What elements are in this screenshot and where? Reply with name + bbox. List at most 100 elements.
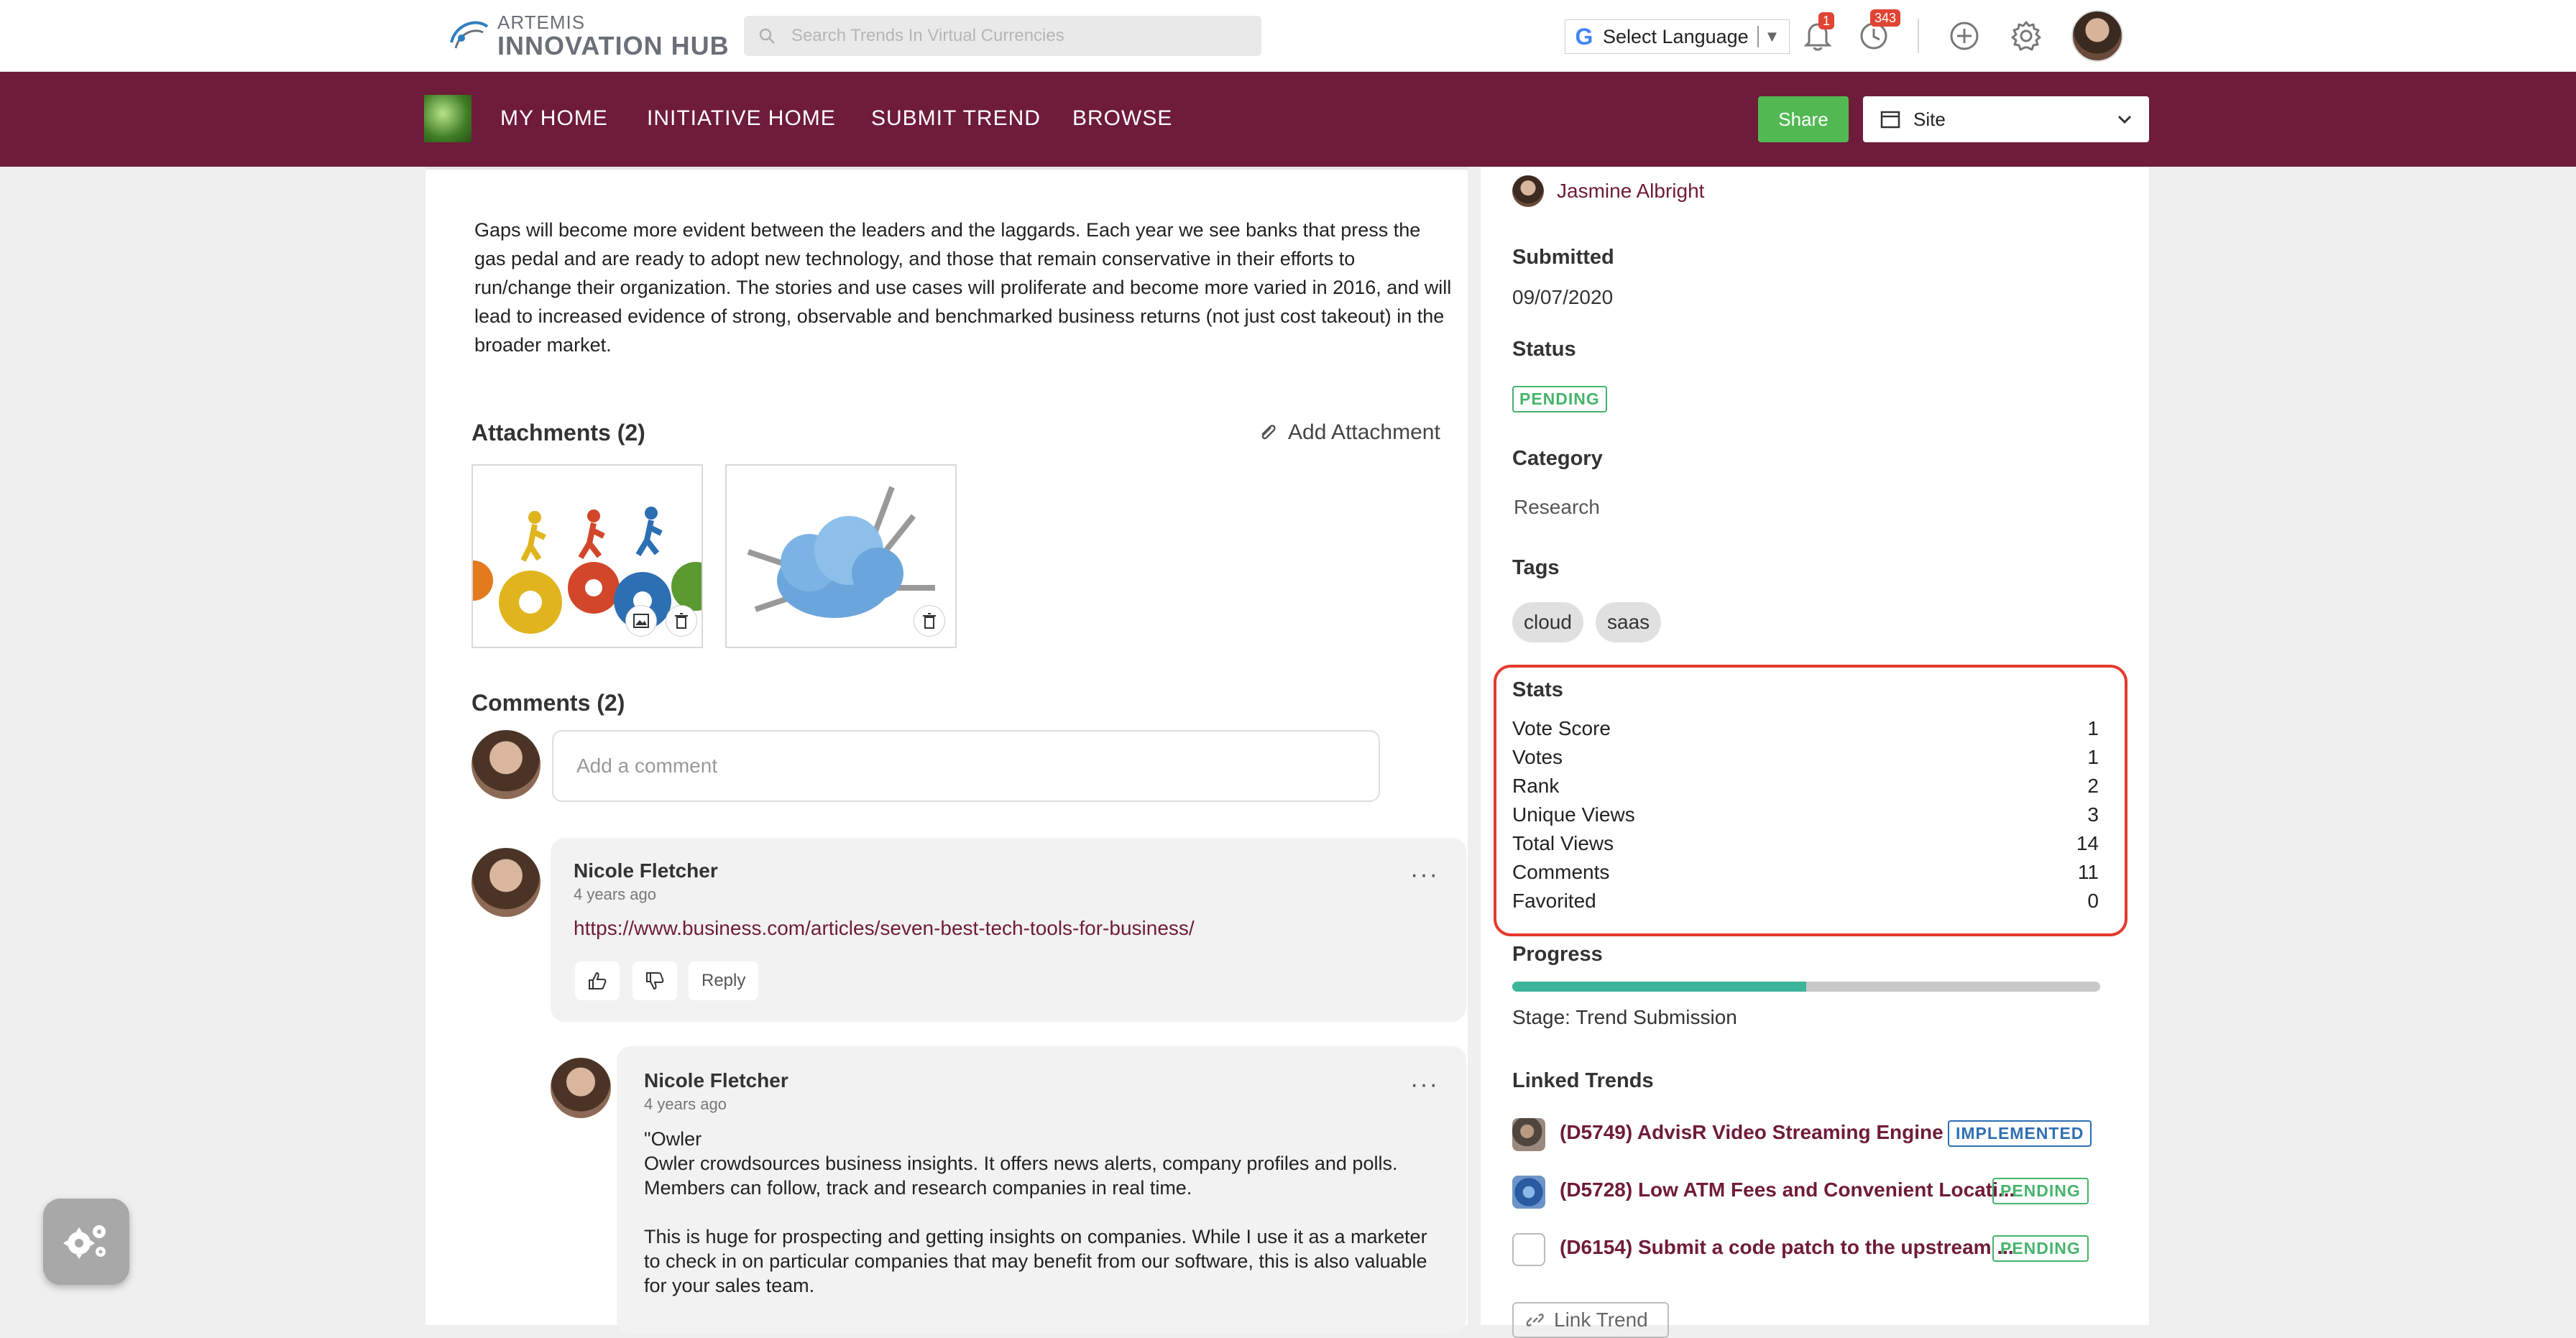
linked-trend-title[interactable]: (D6154) Submit a code patch to the upstr… [1560, 1236, 2014, 1259]
reply-button[interactable]: Reply [689, 961, 759, 1000]
stat-row: Comments 11 [1512, 861, 2099, 890]
reply-author-name[interactable]: Nicole Fletcher [644, 1069, 788, 1092]
attachment-thumbnail[interactable] [725, 464, 957, 648]
image-icon[interactable] [625, 605, 657, 637]
status-label: Status [1512, 338, 1576, 361]
stat-label: Unique Views [1512, 803, 1635, 826]
attachment-thumbnail[interactable] [472, 464, 703, 648]
artemis-logo[interactable]: ARTEMIS INNOVATION HUB [446, 13, 730, 59]
language-divider [1757, 26, 1759, 47]
stat-value: 3 [2087, 803, 2099, 826]
floating-settings-button[interactable] [43, 1199, 129, 1285]
site-select-label: Site [1913, 108, 1946, 130]
share-button[interactable]: Share [1758, 96, 1849, 142]
linked-trend-title[interactable]: (D5728) Low ATM Fees and Convenient Loca… [1560, 1178, 2015, 1201]
stat-value: 11 [2077, 861, 2099, 883]
progress-bar [1512, 982, 2100, 992]
stat-row: Total Views 14 [1512, 832, 2099, 861]
stat-row: Rank 2 [1512, 775, 2099, 803]
comment-more-icon[interactable]: ··· [1410, 861, 1439, 889]
category-value: Research [1514, 496, 1600, 518]
stat-label: Rank [1512, 775, 1560, 797]
language-select[interactable]: G Select Language ▼ [1565, 19, 1790, 54]
linked-trend-item[interactable]: (D6154) Submit a code patch to the upstr… [1512, 1232, 2145, 1268]
comment-link[interactable]: https://www.business.com/articles/seven-… [574, 917, 1195, 940]
trend-description: Gaps will become more evident between th… [474, 219, 1452, 356]
stage-text: Stage: Trend Submission [1512, 1006, 1737, 1028]
submitted-date: 09/07/2020 [1512, 286, 1614, 308]
stat-value: 0 [2087, 890, 2099, 912]
reply-author-avatar [551, 1058, 611, 1118]
add-attachment-button[interactable]: Add Attachment [1258, 420, 1440, 445]
reply-body-line: This is huge for prospecting and getting… [644, 1226, 1427, 1247]
reply-body-line: for your sales team. [644, 1275, 815, 1296]
stat-row: Unique Views 3 [1512, 803, 2099, 832]
stat-value: 14 [2076, 832, 2099, 854]
reply-more-icon[interactable]: ··· [1410, 1071, 1439, 1099]
chevron-down-icon [2117, 115, 2132, 124]
reply-body-line: to check in on particular companies that… [644, 1250, 1427, 1272]
reply-timestamp: 4 years ago [644, 1095, 727, 1113]
linked-trends-label: Linked Trends [1512, 1069, 1654, 1092]
nav-submit-trend[interactable]: SUBMIT TREND [871, 106, 1041, 131]
activity-badge: 343 [1870, 9, 1901, 27]
nav-my-home[interactable]: MY HOME [500, 106, 608, 131]
nav-bar: MY HOME INITIATIVE HOME SUBMIT TREND BRO… [0, 72, 2576, 167]
submitted-label: Submitted [1512, 246, 1614, 269]
link-trend-label: Link Trend [1554, 1309, 1648, 1331]
site-select[interactable]: Site [1863, 96, 2149, 142]
comment-timestamp: 4 years ago [574, 885, 656, 903]
attachments-title: Attachments (2) [472, 420, 645, 446]
thumbs-up-icon[interactable] [575, 961, 620, 1000]
tag-chip[interactable]: saas [1596, 602, 1662, 642]
link-icon [1526, 1314, 1544, 1327]
activity-icon[interactable]: 343 [1856, 9, 1901, 54]
stat-row: Vote Score 1 [1512, 717, 2099, 746]
tag-chip[interactable]: cloud [1512, 602, 1583, 642]
stat-value: 1 [2087, 717, 2099, 739]
category-label: Category [1512, 447, 1603, 470]
linked-trend-status: PENDING [1992, 1235, 2089, 1262]
nav-browse[interactable]: BROWSE [1072, 106, 1172, 131]
linked-trend-status: PENDING [1992, 1178, 2089, 1204]
user-avatar[interactable] [2071, 10, 2123, 62]
comment-author-name[interactable]: Nicole Fletcher [574, 859, 718, 882]
stat-label: Votes [1512, 746, 1563, 768]
notifications-badge: 1 [1818, 12, 1835, 29]
toolbar-divider [1918, 19, 1919, 53]
search-input[interactable]: Search Trends In Virtual Currencies [744, 16, 1261, 56]
linked-trend-item[interactable]: (D5728) Low ATM Fees and Convenient Loca… [1512, 1174, 2145, 1210]
link-trend-button[interactable]: Link Trend [1512, 1302, 1669, 1338]
linked-trend-item[interactable]: (D5749) AdvisR Video Streaming Engine IM… [1512, 1117, 2145, 1153]
calendar-icon [1880, 111, 1900, 129]
linked-trend-thumbnail [1512, 1118, 1545, 1151]
top-bar: ARTEMIS INNOVATION HUB Search Trends In … [0, 0, 2576, 72]
gears-icon [63, 1225, 106, 1259]
status-badge: PENDING [1512, 386, 1607, 412]
add-comment-input[interactable]: Add a comment [552, 730, 1380, 802]
stat-value: 1 [2087, 746, 2099, 768]
reply-body-line: Members can follow, track and research c… [644, 1177, 1192, 1199]
thumbs-down-icon[interactable] [632, 961, 677, 1000]
reply-body-line: Owler crowdsources business insights. It… [644, 1153, 1398, 1174]
nav-initiative-home[interactable]: INITIATIVE HOME [647, 106, 836, 131]
delete-attachment-icon[interactable] [914, 605, 945, 637]
add-icon[interactable] [1946, 18, 1982, 54]
logo-line2: INNOVATION HUB [497, 31, 730, 60]
stats-label: Stats [1512, 678, 1563, 701]
stat-row: Favorited 0 [1512, 890, 2099, 918]
comment-author-avatar [472, 848, 540, 917]
logo-swoosh-icon [446, 14, 490, 58]
initiative-thumbnail[interactable] [424, 95, 472, 142]
stat-label: Total Views [1512, 832, 1614, 854]
tags-label: Tags [1512, 556, 1560, 579]
notifications-bell-icon[interactable]: 1 [1800, 12, 1836, 54]
stat-label: Comments [1512, 861, 1610, 883]
stat-label: Favorited [1512, 890, 1596, 912]
delete-attachment-icon[interactable] [666, 605, 697, 637]
linked-trend-title[interactable]: (D5749) AdvisR Video Streaming Engine [1560, 1121, 1944, 1144]
settings-gear-icon[interactable] [2008, 18, 2044, 54]
dropdown-arrow-icon: ▼ [1764, 27, 1780, 45]
add-attachment-label: Add Attachment [1288, 420, 1440, 444]
author-name[interactable]: Jasmine Albright [1557, 180, 1704, 203]
